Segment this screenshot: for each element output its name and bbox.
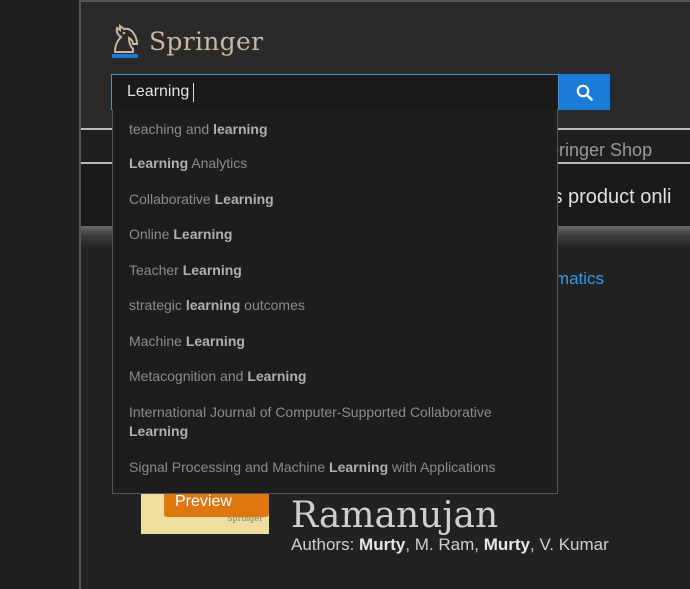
suggestion-item[interactable]: teaching and learning <box>129 120 539 139</box>
text-caret <box>193 83 194 102</box>
banner-text: is product onli <box>548 186 672 208</box>
author-name[interactable]: V. Kumar <box>539 535 608 554</box>
search-input[interactable] <box>111 74 559 110</box>
search-icon <box>576 84 593 101</box>
suggestion-item[interactable]: Teacher Learning <box>129 261 539 280</box>
suggestion-item[interactable]: strategic learning outcomes <box>129 296 539 315</box>
authors-line: Authors: Murty, M. Ram, Murty, V. Kumar <box>291 535 609 554</box>
author-name[interactable]: M. Ram <box>415 535 475 554</box>
suggestion-item[interactable]: Signal Processing and Machine Learning w… <box>129 458 539 477</box>
search-suggestions: teaching and learning Learning Analytics… <box>112 109 558 494</box>
search-button[interactable] <box>559 74 610 110</box>
page-top-border <box>81 0 690 2</box>
suggestion-item[interactable]: Learning Analytics <box>129 154 539 173</box>
search-bar <box>111 74 610 110</box>
author-name[interactable]: Murty <box>484 535 530 554</box>
suggestion-item[interactable]: Collaborative Learning <box>129 190 539 209</box>
suggestion-item[interactable]: Machine Learning <box>129 332 539 351</box>
suggestion-item[interactable]: International Journal of Computer-Suppor… <box>129 403 539 441</box>
author-name[interactable]: Murty <box>359 535 405 554</box>
authors-label: Authors: <box>291 535 355 554</box>
suggestion-item[interactable]: Online Learning <box>129 225 539 244</box>
springer-logo[interactable]: Springer <box>109 22 263 60</box>
springer-wordmark: Springer <box>149 26 264 56</box>
suggestion-item[interactable]: Metacognition and Learning <box>129 367 539 386</box>
left-panel <box>0 0 79 589</box>
springer-horse-icon <box>112 24 139 58</box>
